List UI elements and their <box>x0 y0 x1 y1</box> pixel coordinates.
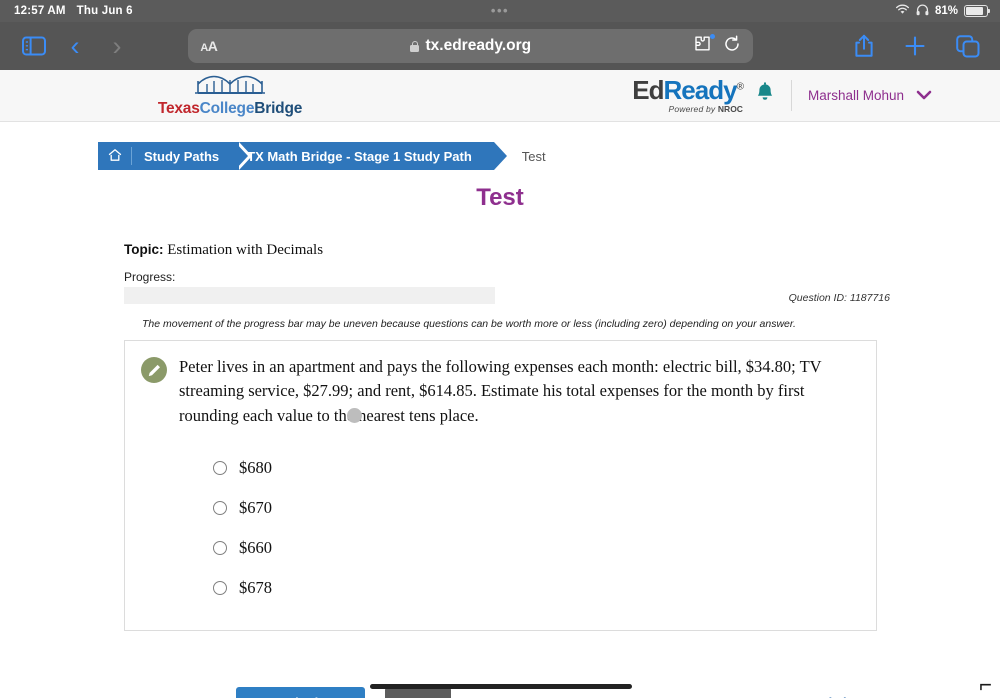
test-content: Topic: Estimation with Decimals Progress… <box>0 242 1000 698</box>
radio-button[interactable] <box>213 581 227 596</box>
url-text: tx.edready.org <box>425 37 532 54</box>
sidebar-icon[interactable] <box>14 36 54 56</box>
answer-option-label: $670 <box>239 498 272 518</box>
answer-option-label: $660 <box>239 538 272 558</box>
logo-bridge: Bridge <box>254 100 303 117</box>
radio-button[interactable] <box>213 541 227 556</box>
url-display: tx.edready.org <box>188 37 753 55</box>
answer-option[interactable]: $678 <box>179 568 860 608</box>
breadcrumb-item-study-paths[interactable]: Study Paths <box>132 142 253 170</box>
progress-row: Question ID: 1187716 <box>124 284 1000 304</box>
lock-icon <box>410 40 420 52</box>
battery-icon <box>964 5 991 17</box>
touch-cursor-dot <box>347 408 362 423</box>
safari-toolbar: ‹ › AA tx.edready.org <box>0 22 1000 70</box>
status-time: 12:57 AM <box>14 5 66 17</box>
pencil-icon <box>141 357 167 383</box>
answer-option[interactable]: $680 <box>179 448 860 488</box>
radio-button[interactable] <box>213 501 227 516</box>
logo-college: College <box>199 100 255 117</box>
answer-option-label: $678 <box>239 578 272 598</box>
home-icon <box>108 148 122 165</box>
text-size-button[interactable]: AA <box>200 38 218 54</box>
nroc-brand: NROC <box>717 104 743 115</box>
site-header: TexasCollegeBridge EdReady® Powered by N… <box>0 70 1000 122</box>
forward-button[interactable]: › <box>96 32 138 60</box>
page-title: Test <box>476 184 524 211</box>
topic-value: Estimation with Decimals <box>167 242 324 258</box>
question-text: Peter lives in an apartment and pays the… <box>179 357 822 425</box>
registered-mark: ® <box>736 81 744 93</box>
breadcrumb-item-study-path[interactable]: TX Math Bridge - Stage 1 Study Path <box>235 142 511 170</box>
logo-texas: Texas <box>157 100 200 117</box>
powered-by-nroc: Powered by NROC <box>668 105 742 114</box>
battery-percent: 81% <box>934 5 958 17</box>
progress-bar <box>124 287 495 304</box>
edready-ed: Ed <box>632 75 664 106</box>
progress-label: Progress: <box>124 270 176 284</box>
ipad-status-bar: 12:57 AM Thu Jun 6 ••• 81% <box>0 0 1000 22</box>
breadcrumb: Study Paths TX Math Bridge - Stage 1 Stu… <box>0 142 1000 170</box>
tabs-icon[interactable] <box>956 34 980 58</box>
bell-icon[interactable] <box>755 82 775 109</box>
stage-manager-dots[interactable]: ••• <box>487 4 513 17</box>
edready-wordmark: EdReady® <box>632 75 744 106</box>
wifi-icon <box>895 4 910 18</box>
edready-logo[interactable]: EdReady® Powered by NROC <box>632 75 744 114</box>
texas-college-bridge-logo[interactable]: TexasCollegeBridge <box>155 72 305 118</box>
powered-prefix: Powered by <box>668 104 718 115</box>
puzzle-icon[interactable] <box>693 34 716 57</box>
back-button[interactable]: ‹ <box>54 32 96 60</box>
question-id: Question ID: 1187716 <box>788 292 890 304</box>
radio-button[interactable] <box>213 461 227 476</box>
answer-option[interactable]: $660 <box>179 528 860 568</box>
topic-line: Topic: Estimation with Decimals <box>124 242 1000 259</box>
submit-button[interactable]: Submit <box>236 687 365 698</box>
chevron-down-icon[interactable] <box>916 88 932 103</box>
bridge-icon <box>195 75 265 101</box>
status-bar-right: 81% <box>895 4 1000 19</box>
toolbar-right-actions <box>854 34 986 58</box>
status-bar-left: 12:57 AM Thu Jun 6 <box>0 5 133 17</box>
extension-badge-dot <box>710 34 716 39</box>
plus-icon[interactable] <box>904 35 926 57</box>
topic-label: Topic: <box>124 242 164 257</box>
header-right: EdReady® Powered by NROC Marshall Mohun <box>632 70 1000 121</box>
logo-wordmark: TexasCollegeBridge <box>155 100 305 118</box>
breadcrumb-home[interactable] <box>98 142 132 170</box>
question-card: Peter lives in an apartment and pays the… <box>124 340 877 632</box>
edready-ready: Ready <box>663 75 738 106</box>
answer-options: $680 $670 $660 $678 <box>179 448 860 608</box>
user-name[interactable]: Marshall Mohun <box>792 88 916 103</box>
headphones-icon <box>916 4 929 19</box>
mouse-cursor: ⌐ <box>979 672 992 697</box>
reload-icon[interactable] <box>723 34 741 58</box>
address-bar[interactable]: AA tx.edready.org <box>188 29 754 63</box>
share-icon[interactable] <box>854 34 874 58</box>
progress-note: The movement of the progress bar may be … <box>142 318 796 330</box>
home-indicator[interactable] <box>370 684 632 689</box>
answer-option[interactable]: $670 <box>179 488 860 528</box>
answer-option-label: $680 <box>239 458 272 478</box>
status-date: Thu Jun 6 <box>76 5 133 17</box>
